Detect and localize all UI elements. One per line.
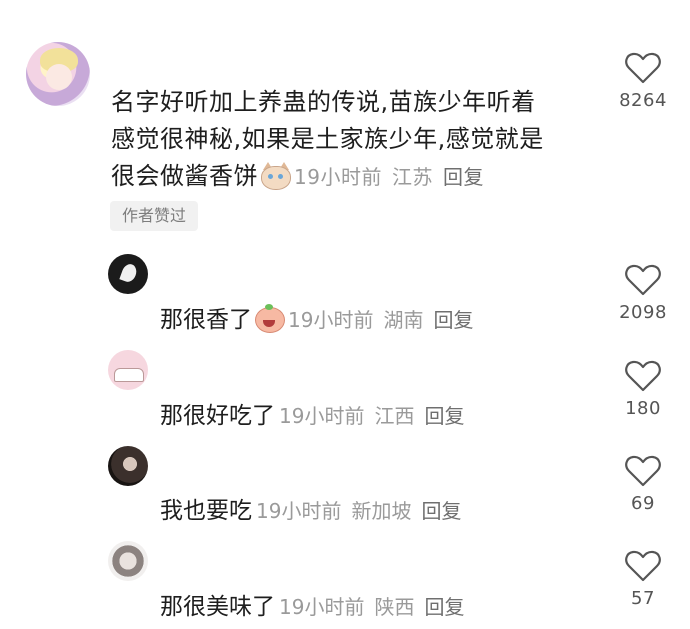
like-button[interactable]: 8264 — [603, 52, 683, 111]
reply-location: 新加坡 — [351, 499, 412, 523]
reply-text-row: 那很香了 19小时前 湖南 回复 — [160, 300, 483, 334]
avatar[interactable] — [108, 446, 148, 486]
like-count: 8264 — [619, 90, 667, 111]
cat-face-emoji — [260, 162, 291, 190]
reply-text: 那很香了 — [160, 307, 252, 333]
reply-time: 19小时前 — [256, 499, 342, 523]
reply-location: 江西 — [374, 404, 415, 428]
reply-meta: 19小时前 新加坡 回复 — [256, 499, 471, 523]
like-button[interactable]: 180 — [603, 360, 683, 419]
like-count: 2098 — [619, 302, 667, 323]
comment-meta: 19小时前 江苏 回复 — [294, 165, 494, 189]
reply-text: 我也要吃 — [160, 498, 252, 524]
comment-text-line-1: 名字好听加上养蛊的传说,苗族少年听着 — [111, 88, 536, 116]
author-liked-badge: 作者赞过 — [110, 201, 199, 231]
reply-text: 那很美味了 — [160, 594, 275, 620]
reply-text-row: 那很美味了 19小时前 陕西 回复 — [160, 587, 474, 621]
reply-meta: 19小时前 陕西 回复 — [279, 595, 474, 619]
like-count: 57 — [631, 588, 655, 609]
comment-text-line-3: 很会做酱香饼 19小时前 江苏 回复 — [111, 158, 494, 196]
reply-button[interactable]: 回复 — [443, 165, 484, 189]
reply-time: 19小时前 — [288, 308, 374, 332]
reply-button[interactable]: 回复 — [424, 404, 464, 428]
avatar[interactable] — [108, 350, 148, 390]
reply-button[interactable]: 回复 — [433, 308, 473, 332]
like-count: 69 — [631, 493, 655, 514]
comment-text-line-2: 感觉很神秘,如果是土家族少年,感觉就是 — [111, 125, 544, 153]
reply-button[interactable]: 回复 — [424, 595, 464, 619]
avatar-face — [46, 64, 72, 90]
comment-time: 19小时前 — [294, 165, 382, 189]
reply-meta: 19小时前 湖南 回复 — [288, 308, 483, 332]
peach-face-emoji — [254, 304, 285, 333]
comment-location: 江苏 — [391, 165, 433, 189]
reply-location: 湖南 — [383, 308, 424, 332]
like-count: 180 — [625, 398, 661, 419]
comment-text-line-3-text: 很会做酱香饼 — [111, 162, 258, 190]
avatar[interactable] — [108, 541, 148, 581]
like-button[interactable]: 2098 — [603, 264, 683, 323]
reply-text: 那很好吃了 — [160, 403, 275, 429]
heart-outline-icon — [625, 550, 661, 582]
reply-text-row: 那很好吃了 19小时前 江西 回复 — [160, 396, 474, 430]
like-button[interactable]: 57 — [603, 550, 683, 609]
reply-time: 19小时前 — [279, 404, 365, 428]
heart-outline-icon — [625, 360, 661, 392]
reply-location: 陕西 — [374, 595, 415, 619]
reply-meta: 19小时前 江西 回复 — [279, 404, 474, 428]
avatar[interactable] — [26, 42, 90, 106]
like-button[interactable]: 69 — [603, 455, 683, 514]
heart-outline-icon — [625, 264, 661, 296]
heart-outline-icon — [625, 455, 661, 487]
avatar[interactable] — [108, 254, 148, 294]
heart-outline-icon — [625, 52, 661, 84]
reply-time: 19小时前 — [279, 595, 365, 619]
reply-button[interactable]: 回复 — [421, 499, 461, 523]
reply-text-row: 我也要吃 19小时前 新加坡 回复 — [160, 491, 471, 525]
